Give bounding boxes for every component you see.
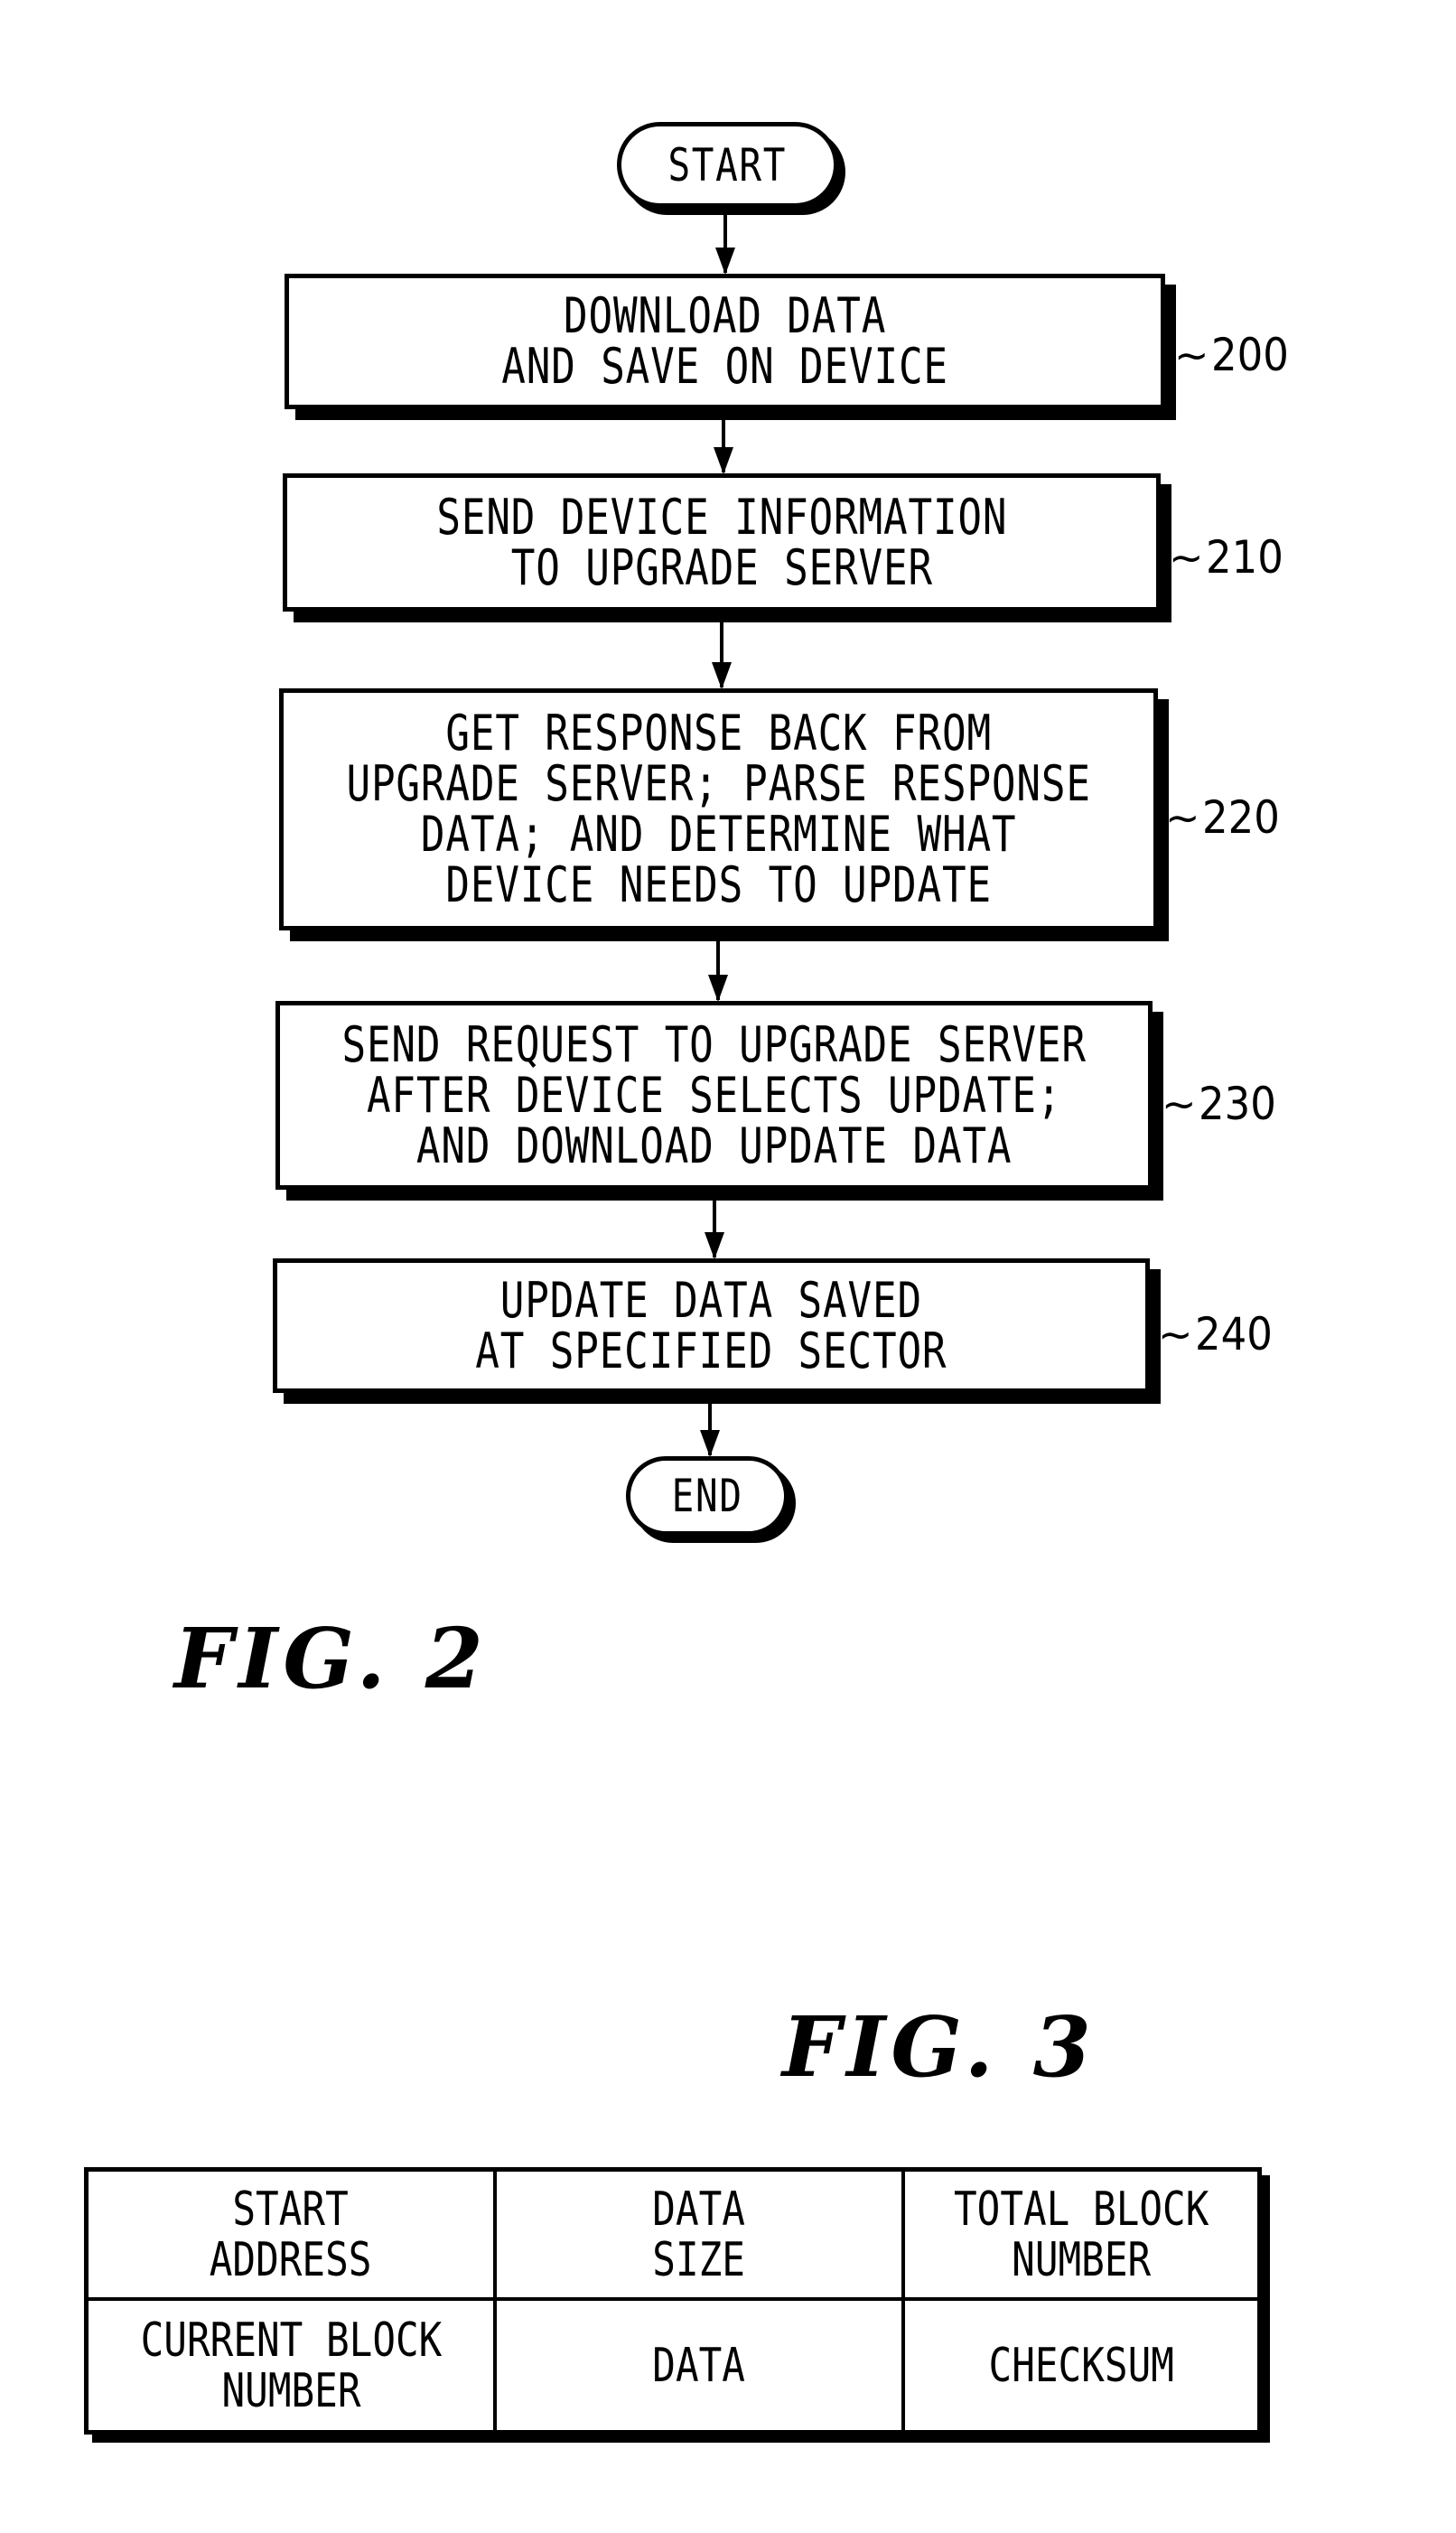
cell-text: CURRENT BLOCK: [140, 2313, 442, 2368]
end-terminal: END: [626, 1456, 789, 1536]
arrow-200-to-210: [714, 420, 733, 474]
ref-label-240: ~ 240: [1158, 1312, 1281, 1357]
cell-text: SIZE: [652, 2232, 746, 2287]
step-230-line-3: AND DOWNLOAD UPDATE DATA: [415, 1117, 1013, 1174]
packet-format-table: START ADDRESS DATA SIZE TOTAL BLOCK NUMB…: [84, 2167, 1262, 2435]
arrow-230-to-240: [705, 1201, 724, 1259]
step-220-line-2: UPGRADE SERVER; PARSE RESPONSE: [346, 755, 1091, 812]
arrow-240-to-end: [700, 1404, 720, 1457]
cell-text: NUMBER: [220, 2363, 361, 2418]
leader-line-icon: ~: [1169, 533, 1204, 582]
table-cell-data: DATA: [497, 2301, 905, 2430]
step-240-line-2: AT SPECIFIED SECTOR: [475, 1322, 947, 1379]
cell-text: START: [232, 2182, 350, 2237]
cell-text: TOTAL BLOCK: [953, 2182, 1209, 2237]
arrow-220-to-230: [708, 941, 728, 1002]
ref-label-210: ~ 210: [1169, 535, 1292, 580]
ref-label-230: ~ 230: [1162, 1081, 1284, 1126]
step-210-line-2: TO UPGRADE SERVER: [510, 538, 933, 596]
step-220-line-4: DEVICE NEEDS TO UPDATE: [445, 856, 992, 913]
step-box-220: GET RESPONSE BACK FROM UPGRADE SERVER; P…: [279, 688, 1158, 930]
step-230-line-2: AFTER DEVICE SELECTS UPDATE;: [366, 1066, 1062, 1124]
figure-3-caption: FIG. 3: [782, 1998, 1097, 2096]
leader-line-icon: ~: [1165, 793, 1200, 842]
step-210-line-1: SEND DEVICE INFORMATION: [435, 488, 1008, 546]
leader-line-icon: ~: [1174, 331, 1209, 379]
table-cell-checksum: CHECKSUM: [905, 2301, 1257, 2430]
ref-number-230: 230: [1198, 1078, 1276, 1130]
patent-drawing-sheet: START DOWNLOAD DATA AND SAVE ON DEVICE ~…: [0, 0, 1456, 2533]
table-cell-data-size: DATA SIZE: [497, 2172, 905, 2301]
ref-number-210: 210: [1205, 531, 1283, 584]
start-label: START: [667, 138, 788, 192]
end-label: END: [671, 1470, 743, 1522]
cell-text: NUMBER: [1011, 2232, 1152, 2287]
leader-line-icon: ~: [1158, 1310, 1193, 1359]
step-box-200: DOWNLOAD DATA AND SAVE ON DEVICE: [285, 274, 1165, 409]
cell-text: ADDRESS: [210, 2232, 372, 2287]
step-box-210: SEND DEVICE INFORMATION TO UPGRADE SERVE…: [283, 473, 1161, 612]
step-230-line-1: SEND REQUEST TO UPGRADE SERVER: [341, 1015, 1087, 1073]
arrow-210-to-220: [712, 622, 732, 689]
cell-text: DATA: [652, 2182, 746, 2237]
step-200-line-2: AND SAVE ON DEVICE: [501, 338, 948, 395]
ref-number-200: 200: [1210, 329, 1289, 381]
ref-label-200: ~ 200: [1174, 332, 1297, 378]
figure-2-caption: FIG. 2: [174, 1610, 489, 1707]
ref-number-220: 220: [1201, 791, 1280, 844]
step-220-line-1: GET RESPONSE BACK FROM: [445, 705, 992, 762]
arrow-start-to-200: [715, 215, 735, 275]
table-cell-start-address: START ADDRESS: [89, 2172, 497, 2301]
cell-text: DATA: [652, 2338, 746, 2393]
table-cell-current-block-number: CURRENT BLOCK NUMBER: [89, 2301, 497, 2430]
step-240-line-1: UPDATE DATA SAVED: [499, 1271, 923, 1329]
step-box-230: SEND REQUEST TO UPGRADE SERVER AFTER DEV…: [275, 1001, 1153, 1190]
step-220-line-3: DATA; AND DETERMINE WHAT: [420, 806, 1017, 863]
leader-line-icon: ~: [1162, 1080, 1197, 1128]
ref-number-240: 240: [1194, 1308, 1273, 1360]
step-200-line-1: DOWNLOAD DATA: [563, 287, 887, 344]
ref-label-220: ~ 220: [1165, 795, 1288, 840]
start-terminal: START: [617, 122, 838, 208]
table-cell-total-block-number: TOTAL BLOCK NUMBER: [905, 2172, 1257, 2301]
cell-text: CHECKSUM: [988, 2338, 1174, 2393]
step-box-240: UPDATE DATA SAVED AT SPECIFIED SECTOR: [273, 1258, 1150, 1393]
